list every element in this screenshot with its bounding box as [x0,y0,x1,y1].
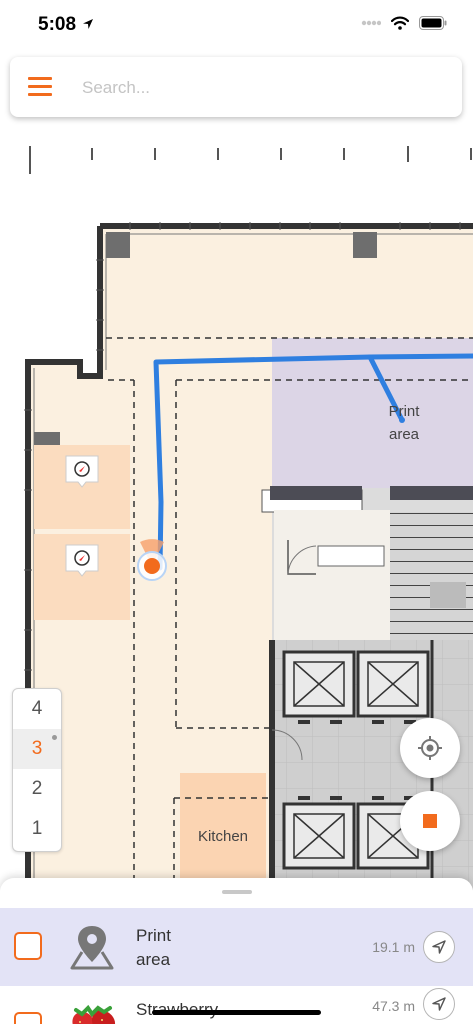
location-arrow-icon [83,19,93,29]
hamburger-menu-icon[interactable] [28,77,52,97]
print-area-label-line1: Print [389,403,421,420]
battery-icon [419,16,447,30]
stop-icon [423,814,437,828]
places-bottom-sheet[interactable]: Print area 19.1 m Strawberry 47.3 m [0,878,473,1024]
locate-me-button[interactable] [400,718,460,778]
floor-4-button[interactable]: 4 [13,689,61,729]
list-item-strawberry[interactable]: Strawberry 47.3 m [0,986,473,1024]
scale-ruler [29,146,472,174]
print-area-label-line2: area [389,426,420,443]
status-bar: 5:08 [0,0,473,50]
list-item-print-area[interactable]: Print area 19.1 m [0,908,473,986]
sheet-handle[interactable] [222,890,252,894]
list-item-checkbox[interactable] [14,932,42,960]
floor-picker: 4 3 2 1 [12,688,62,852]
floor-2-button[interactable]: 2 [13,769,61,809]
status-time: 5:08 [38,14,77,35]
poi-marker-compass-1 [65,455,99,488]
map-pin-icon [70,926,114,970]
crosshair-icon [418,736,442,760]
home-indicator [152,1010,321,1015]
status-icons [361,16,447,30]
list-item-distance: 19.1 m [372,939,415,955]
floor-1-button[interactable]: 1 [13,809,61,849]
navigation-arrow-icon [432,940,446,954]
navigate-button[interactable] [423,988,455,1020]
wifi-icon [391,16,409,30]
kitchen-label: Kitchen [198,828,248,845]
list-item-distance: 47.3 m [372,998,415,1014]
signal-icon [361,20,381,26]
list-item-title: Print area [136,926,171,969]
navigate-button[interactable] [423,931,455,963]
search-input[interactable] [80,67,444,109]
search-bar [10,57,462,117]
list-item-checkbox[interactable] [14,1012,42,1024]
strawberry-icon [72,1004,115,1024]
floor-3-button[interactable]: 3 [13,729,61,769]
stop-navigation-button[interactable] [400,791,460,851]
current-location-marker [137,539,167,581]
navigation-arrow-icon [432,997,446,1011]
indoor-map[interactable]: Print area Kitchen [0,190,473,890]
poi-marker-compass-2 [65,544,99,577]
